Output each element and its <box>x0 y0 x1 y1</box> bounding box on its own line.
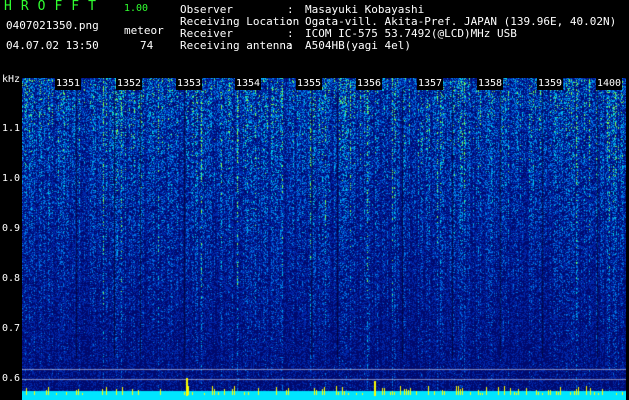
time-label: 1357 <box>417 78 444 90</box>
time-axis: 1351 1352 1353 1354 1355 1356 1357 1358 … <box>22 78 626 92</box>
spectrogram-panel <box>22 78 626 400</box>
time-label: 1356 <box>356 78 383 90</box>
time-label: 1353 <box>176 78 203 90</box>
info-antenna-value: A504HB(yagi 4el) <box>305 39 411 52</box>
axis-unit: kHz <box>2 74 21 85</box>
info-antenna-label: Receiving antenna <box>180 39 293 52</box>
time-label: 1359 <box>537 78 564 90</box>
datetime: 04.07.02 13:50 <box>6 39 99 52</box>
meteor-count: 74 <box>140 39 154 52</box>
ytick-0.9: 0.9 <box>2 223 21 234</box>
app-title: HROFFT <box>4 0 105 14</box>
ytick-0.6: 0.6 <box>2 373 21 384</box>
frequency-axis: kHz 1.1 1.0 0.9 0.8 0.7 0.6 <box>0 70 24 400</box>
meteor-label: meteor <box>124 24 164 37</box>
ytick-1.0: 1.0 <box>2 173 21 184</box>
time-label: 1355 <box>296 78 323 90</box>
file-name: 0407021350.png <box>6 19 99 32</box>
time-label: 1358 <box>477 78 504 90</box>
time-label: 1352 <box>116 78 143 90</box>
ytick-0.8: 0.8 <box>2 273 21 284</box>
time-label: 1354 <box>235 78 262 90</box>
app-version: 1.00 <box>124 3 149 14</box>
ytick-1.1: 1.1 <box>2 123 21 134</box>
time-label: 1351 <box>55 78 82 90</box>
spectrogram-canvas <box>22 78 626 400</box>
ytick-0.7: 0.7 <box>2 323 21 334</box>
time-label: 1400 <box>596 78 623 90</box>
info-antenna-colon: : <box>287 39 294 52</box>
